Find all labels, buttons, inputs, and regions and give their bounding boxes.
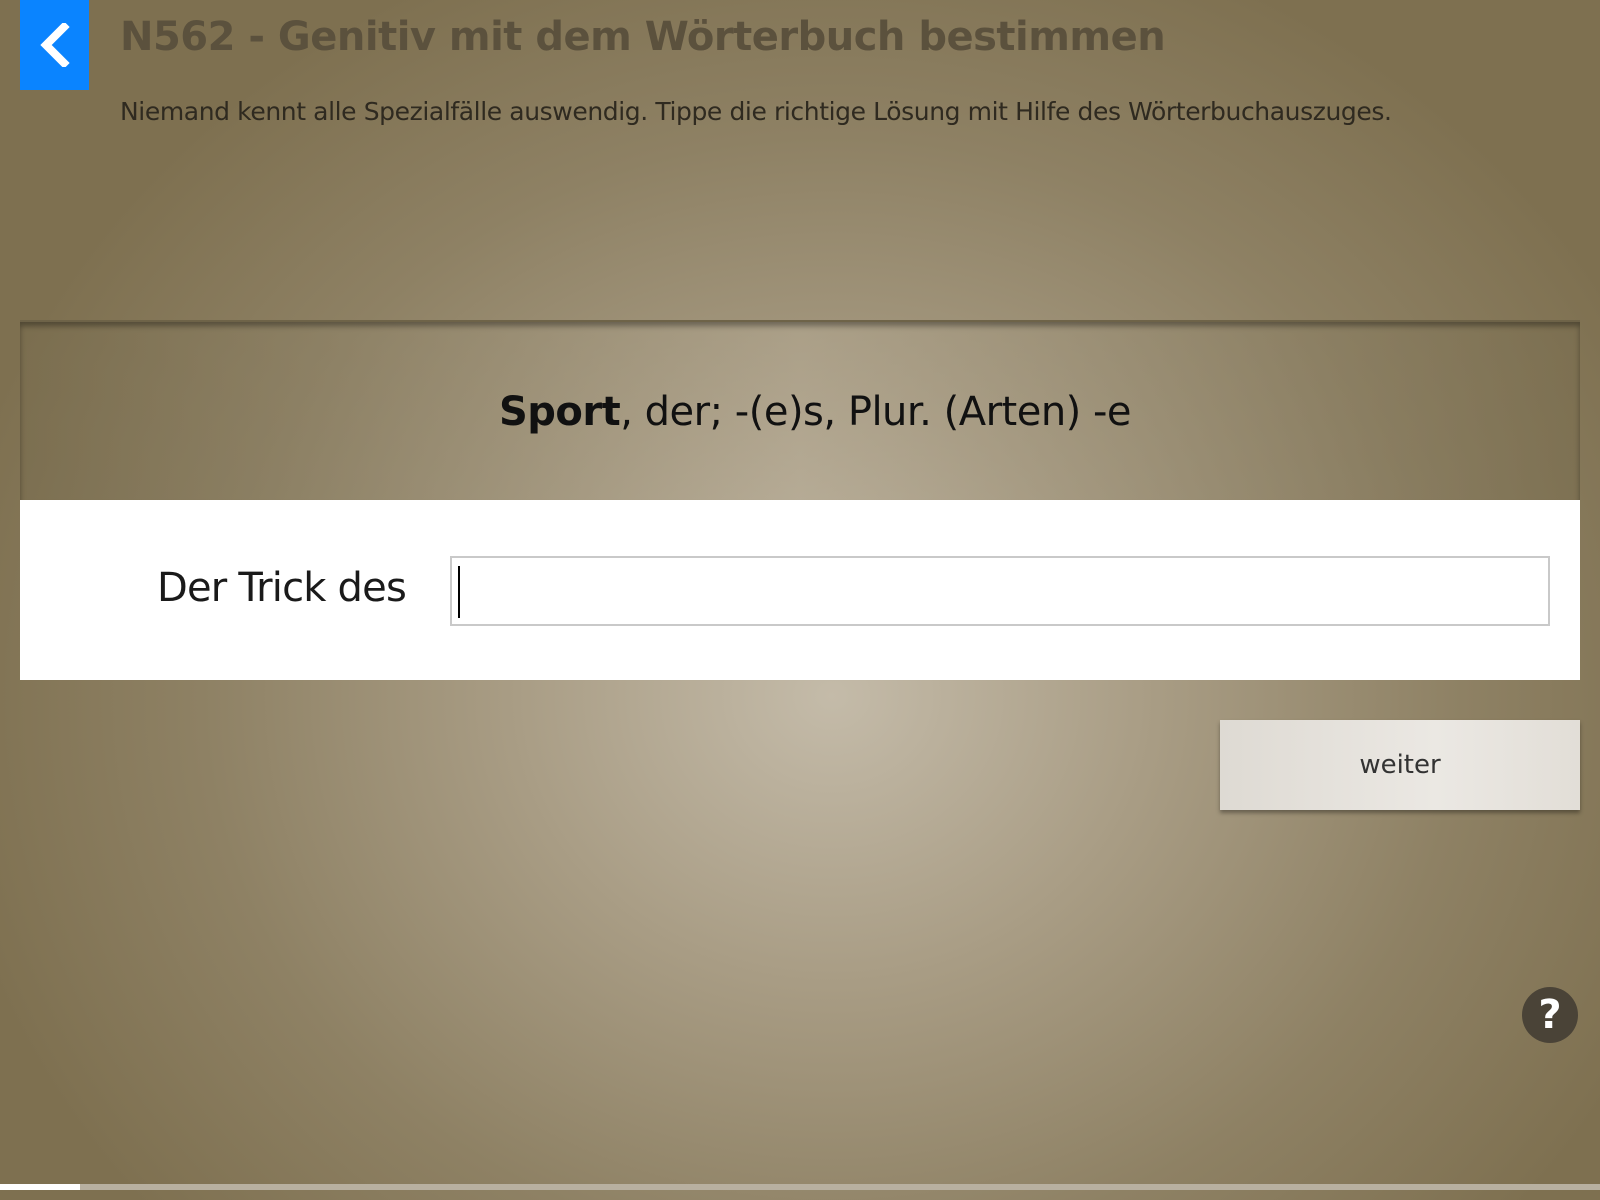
dictionary-excerpt: Sport, der; -(e)s, Plur. (Arten) -e [20,320,1580,502]
instruction-text: Niemand kennt alle Spezialfälle auswendi… [120,97,1392,126]
help-button[interactable]: ? [1522,987,1578,1043]
text-caret [458,566,460,618]
progress-bar-fill [0,1184,80,1190]
dictionary-definition: , der; -(e)s, Plur. (Arten) -e [620,389,1132,435]
next-button[interactable]: weiter [1220,720,1580,810]
back-button[interactable] [20,0,89,90]
question-mark-icon: ? [1538,992,1562,1038]
sentence-prefix-label: Der Trick des [157,565,407,611]
page-title: N562 - Genitiv mit dem Wörterbuch bestim… [120,14,1166,60]
dictionary-entry: Sport, der; -(e)s, Plur. (Arten) -e [498,389,1132,435]
chevron-left-icon [38,23,72,67]
answer-panel: Der Trick des [20,500,1580,680]
dictionary-headword: Sport [498,389,621,435]
progress-bar [0,1184,1600,1190]
answer-input[interactable] [450,556,1550,626]
